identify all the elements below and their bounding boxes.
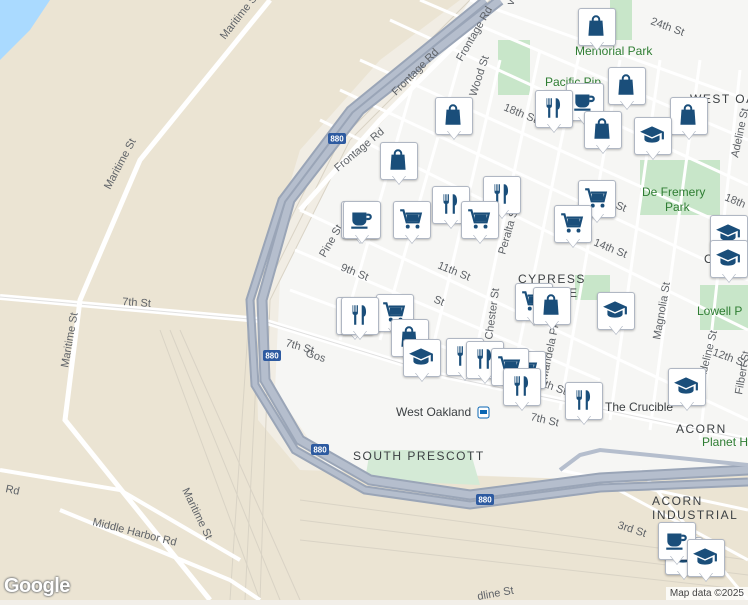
label-de-fremery-1: De Fremery: [642, 185, 705, 199]
shield-880-c: 880: [311, 444, 329, 455]
pin-tip: [620, 100, 634, 109]
pin-cafe-3[interactable]: [343, 201, 381, 245]
pin-tip: [596, 144, 610, 153]
pin-tip: [405, 234, 419, 243]
label-acorn-industrial-1: ACORN: [652, 494, 703, 508]
label-lowell: Lowell P: [697, 304, 742, 318]
pin-tip: [545, 320, 559, 329]
pin-tip: [670, 555, 684, 564]
svg-text:880: 880: [313, 446, 327, 455]
pin-restaurant-8[interactable]: [503, 368, 541, 412]
pin-restaurant-1[interactable]: [535, 90, 573, 134]
pin-shopping-3[interactable]: [584, 111, 622, 155]
label-crucible: The Crucible: [605, 400, 673, 414]
pin-tip: [415, 372, 429, 381]
pin-shopping-1[interactable]: [578, 8, 616, 52]
shield-880-b: 880: [263, 350, 281, 361]
pin-tip: [547, 123, 561, 132]
label-south-prescott: SOUTH PRESCOTT: [353, 449, 485, 463]
pin-school-7[interactable]: [710, 240, 748, 284]
shield-880-d: 880: [476, 494, 494, 505]
pin-tip: [646, 150, 660, 159]
pin-tip: [680, 401, 694, 410]
pin-shopping-6[interactable]: [380, 142, 418, 186]
label-west-oakland-station: West Oakland: [396, 405, 471, 419]
pin-cart-2[interactable]: [461, 201, 499, 245]
pin-cart-1[interactable]: [393, 201, 431, 245]
label-7th-west: 7th St: [122, 296, 152, 310]
svg-text:880: 880: [478, 496, 492, 505]
pin-school-3[interactable]: [597, 292, 635, 336]
pin-restaurant-9[interactable]: [565, 382, 603, 426]
pin-tip: [566, 238, 580, 247]
label-acorn: ACORN: [676, 422, 727, 436]
pin-shopping-4[interactable]: [670, 97, 708, 141]
pin-shopping-2[interactable]: [608, 67, 646, 111]
pin-tip: [444, 219, 458, 228]
pin-tip: [577, 415, 591, 424]
pin-tip: [590, 213, 604, 222]
pin-cart-4[interactable]: [554, 205, 592, 249]
map-canvas[interactable]: 880 880 880 880 Maritime St Maritime St …: [0, 0, 748, 603]
pin-tip: [447, 130, 461, 139]
pin-school-5[interactable]: [668, 368, 706, 412]
pin-school-1[interactable]: [634, 117, 672, 161]
pin-shopping-5[interactable]: [435, 97, 473, 141]
svg-text:880: 880: [330, 135, 344, 144]
google-logo: Google: [4, 575, 70, 597]
pin-tip: [478, 374, 492, 383]
pin-tip: [473, 234, 487, 243]
shield-880-a: 880: [328, 133, 346, 144]
label-de-fremery-2: Park: [665, 200, 691, 214]
pin-tip: [699, 572, 713, 581]
label-acorn-industrial-2: INDUSTRIAL: [652, 508, 738, 522]
pin-school-4[interactable]: [403, 339, 441, 383]
pin-tip: [609, 325, 623, 334]
pin-school-8[interactable]: [687, 539, 725, 583]
pin-tip: [392, 175, 406, 184]
pin-tip: [682, 130, 696, 139]
park-memorial: [498, 40, 530, 95]
pin-restaurant-5[interactable]: [341, 297, 379, 341]
pin-tip: [590, 41, 604, 50]
bart-icon: [477, 406, 490, 419]
svg-text:880: 880: [265, 352, 279, 361]
pin-tip: [355, 234, 369, 243]
pin-tip: [515, 401, 529, 410]
label-planet: Planet H: [702, 435, 748, 449]
pin-tip: [353, 330, 367, 339]
map-attribution[interactable]: Map data ©2025: [665, 587, 748, 600]
pin-shopping-7[interactable]: [533, 287, 571, 331]
pin-tip: [722, 273, 736, 282]
